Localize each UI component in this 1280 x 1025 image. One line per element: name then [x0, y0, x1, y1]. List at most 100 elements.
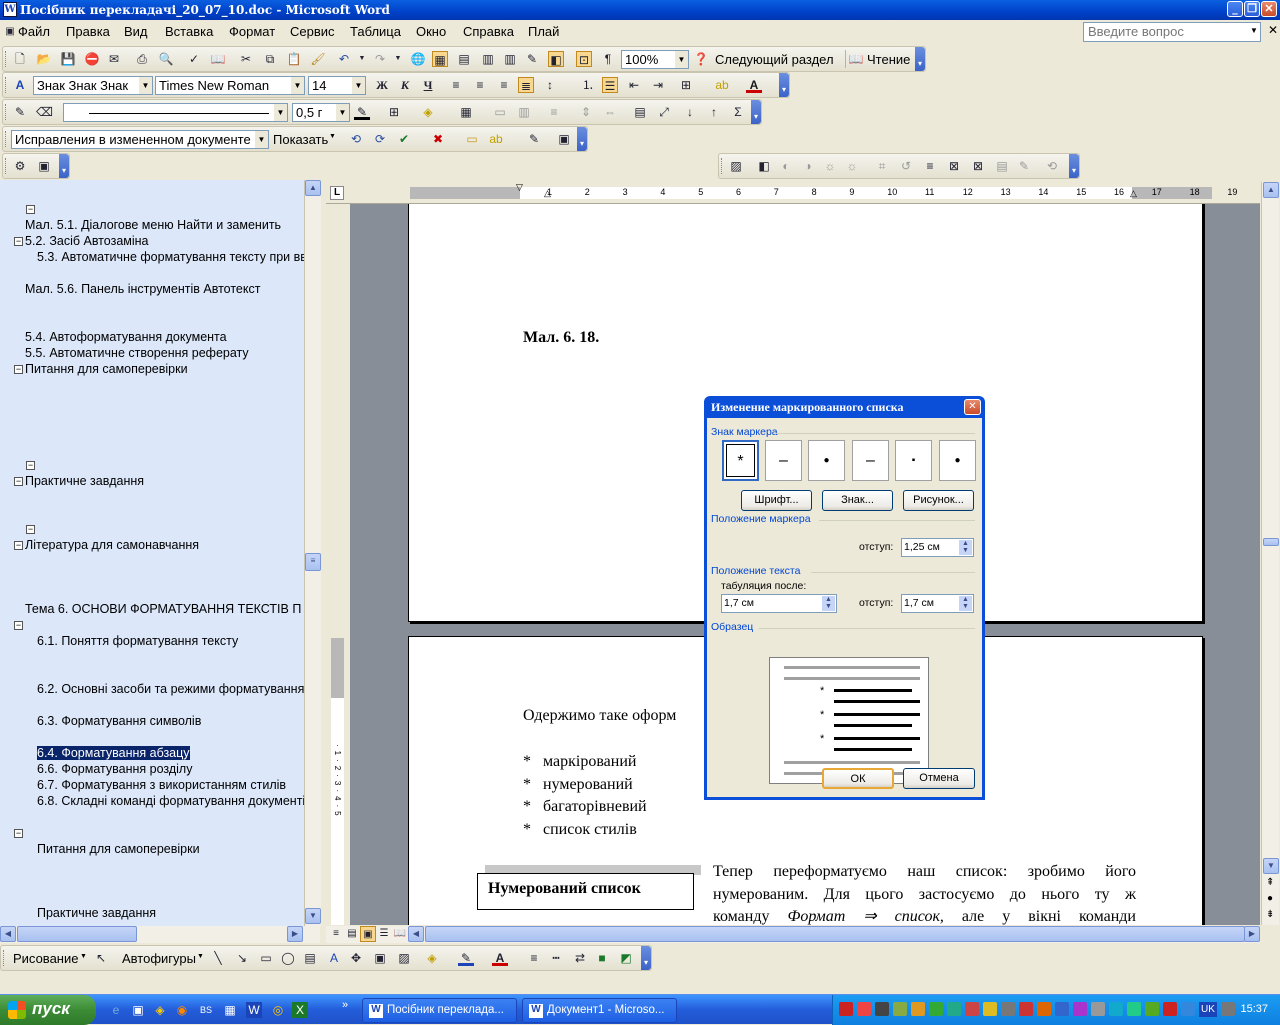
docmap-item[interactable]: 6.1. Поняття форматування тексту — [37, 634, 305, 648]
distribute-rows-icon[interactable]: ⇕ — [578, 104, 594, 120]
style-select[interactable]: Знак Знак Знак ▼ — [33, 76, 153, 95]
first-line-indent-marker[interactable]: ▽ — [516, 182, 523, 193]
show-hide-icon[interactable]: ⊡ — [576, 51, 592, 67]
docmap-item[interactable]: 6.3. Форматування символів — [37, 714, 305, 728]
menu-table[interactable]: Таблица — [350, 24, 401, 39]
language-indicator[interactable]: UK — [1199, 1002, 1217, 1017]
doc-scroll-up-icon[interactable]: ▲ — [1263, 182, 1279, 198]
track-changes-icon[interactable]: ✎ — [526, 131, 542, 147]
hscroll-thumb[interactable] — [17, 926, 137, 942]
doc-scroll-left-icon[interactable]: ◀ — [408, 926, 424, 942]
highlight-icon[interactable]: ab — [714, 77, 730, 93]
split-cells-icon[interactable]: ▥ — [516, 104, 532, 120]
scroll-left-icon[interactable]: ◀ — [0, 926, 16, 942]
close-doc-icon[interactable]: ✕ — [1268, 23, 1278, 37]
font-button[interactable]: Шрифт... — [741, 490, 812, 511]
outside-border-icon[interactable]: ⊞ — [386, 104, 402, 120]
draw-menu-button[interactable]: Рисование — [13, 951, 78, 966]
document-hscrollbar[interactable]: ≡ ▤ ▣ ☰ 📖 ◀ ▶ — [326, 926, 1260, 943]
text-direction-icon[interactable]: ⤢ — [656, 104, 672, 120]
doc-hscroll-thumb[interactable] — [425, 926, 1245, 942]
insert-excel-icon[interactable]: ▥ — [480, 51, 496, 67]
highlight-review-icon[interactable]: ab — [488, 131, 504, 147]
menu-edit[interactable]: Правка — [66, 24, 110, 39]
scroll-right-icon[interactable]: ▶ — [287, 926, 303, 942]
menu-help[interactable]: Справка — [463, 24, 514, 39]
line-style-draw-icon[interactable]: ≡ — [526, 950, 542, 966]
menu-play[interactable]: Плай — [528, 24, 559, 39]
bullet-option-dot-2[interactable]: ● — [939, 440, 976, 481]
collapse-icon[interactable]: − — [14, 829, 23, 838]
open-icon[interactable]: 📂 — [36, 51, 52, 67]
ok-button[interactable]: ОК — [822, 768, 894, 789]
docmap-item[interactable]: 5.3. Автоматичне форматування тексту при… — [37, 250, 305, 264]
decrease-indent-icon[interactable]: ⇤ — [626, 77, 642, 93]
tray-icon[interactable] — [965, 1002, 979, 1016]
undo-dropdown-icon[interactable]: ▼ — [354, 51, 370, 67]
tab-selector-icon[interactable]: L — [330, 186, 344, 200]
word-app-icon[interactable]: W — [3, 2, 17, 17]
tab-after-input[interactable]: 1,7 см ▲ ▼ — [721, 594, 837, 613]
align-left-icon[interactable]: ≡ — [448, 77, 464, 93]
taskbar-button-2[interactable]: W Документ1 - Microso... — [522, 998, 677, 1023]
arrow-icon[interactable]: ↘ — [234, 950, 250, 966]
rotate-icon[interactable]: ↺ — [898, 158, 914, 174]
right-indent-marker[interactable]: △ — [1130, 188, 1137, 199]
bullet-option-dash[interactable]: – — [765, 440, 802, 481]
restore-button[interactable]: ❐ — [1244, 1, 1260, 17]
font-select[interactable]: Times New Roman ▼ — [155, 76, 305, 95]
format-picture-icon[interactable]: ▤ — [994, 158, 1010, 174]
docmap-item[interactable]: Питання для самоперевірки — [25, 362, 305, 376]
line-color-icon[interactable]: ✎ — [458, 950, 474, 966]
picture-button[interactable]: Рисунок... — [903, 490, 974, 511]
next-change-icon[interactable]: ⟳ — [372, 131, 388, 147]
bold-icon[interactable]: Ж — [374, 77, 390, 93]
save-icon[interactable]: 💾 — [60, 51, 76, 67]
tray-icon[interactable] — [1221, 1002, 1235, 1016]
spelling-icon[interactable]: ✓ — [186, 51, 202, 67]
shadow-icon[interactable]: ■ — [594, 950, 610, 966]
line-style-pic-icon[interactable]: ≡ — [922, 158, 938, 174]
docmap-hscrollbar[interactable]: ◀ ▶ — [0, 926, 320, 943]
toolbar-btn-a-icon[interactable]: ⚙ — [12, 158, 28, 174]
align-cell-icon[interactable]: ≡ — [546, 104, 562, 120]
redo-icon[interactable]: ↷ — [372, 51, 388, 67]
menu-file[interactable]: Файл — [18, 24, 50, 39]
help-icon[interactable]: ❓ — [693, 51, 709, 67]
select-objects-icon[interactable]: ↖ — [93, 950, 109, 966]
merge-cells-icon[interactable]: ▭ — [492, 104, 508, 120]
menu-view[interactable]: Вид — [124, 24, 148, 39]
display-for-review-select[interactable]: Исправления в измененном документе ▼ — [11, 130, 269, 149]
align-right-icon[interactable]: ≡ — [496, 77, 512, 93]
bullets-icon[interactable]: ☰ — [602, 77, 618, 93]
docmap-item[interactable]: 5.5. Автоматичне створення реферату — [25, 346, 305, 360]
borders-icon[interactable]: ⊞ — [678, 77, 694, 93]
font-size-select[interactable]: 14 ▼ — [308, 76, 366, 95]
bullet-option-dot[interactable]: ● — [808, 440, 845, 481]
docmap-item[interactable]: Питання для самоперевірки — [37, 842, 305, 856]
docmap-item[interactable]: Практичне завдання — [25, 474, 305, 488]
drawing-icon[interactable]: ✎ — [524, 51, 540, 67]
crop-icon[interactable]: ⌗ — [874, 158, 890, 174]
scroll-down-icon[interactable]: ▼ — [305, 908, 321, 924]
compress-icon[interactable]: ⊠ — [946, 158, 962, 174]
draw-table-icon[interactable]: ✎ — [12, 104, 28, 120]
diagram-icon[interactable]: ✥ — [348, 950, 364, 966]
tray-icon[interactable] — [1019, 1002, 1033, 1016]
show-button[interactable]: Показать — [273, 132, 328, 147]
collapse-icon[interactable]: − — [14, 477, 23, 486]
accept-change-icon[interactable]: ✔ — [396, 131, 412, 147]
reviewing-pane-icon[interactable]: ▣ — [556, 131, 572, 147]
docmap-item[interactable]: Мал. 5.1. Діалогове меню Найти и заменит… — [25, 218, 305, 232]
docmap-item[interactable]: 6.2. Основні засоби та режими форматуван… — [37, 682, 305, 696]
clipart-icon[interactable]: ▣ — [372, 950, 388, 966]
tray-icon[interactable] — [929, 1002, 943, 1016]
color-icon[interactable]: ◧ — [756, 158, 772, 174]
numbering-icon[interactable]: ⒈ — [580, 77, 596, 93]
email-icon[interactable]: ✉ — [106, 51, 122, 67]
copy-icon[interactable]: ⧉ — [262, 51, 278, 67]
dialog-close-icon[interactable]: ✕ — [964, 399, 981, 415]
tray-icon[interactable] — [1001, 1002, 1015, 1016]
docmap-item[interactable]: 5.4. Автоформатування документа — [25, 330, 305, 344]
columns-icon[interactable]: ▥ — [502, 51, 518, 67]
